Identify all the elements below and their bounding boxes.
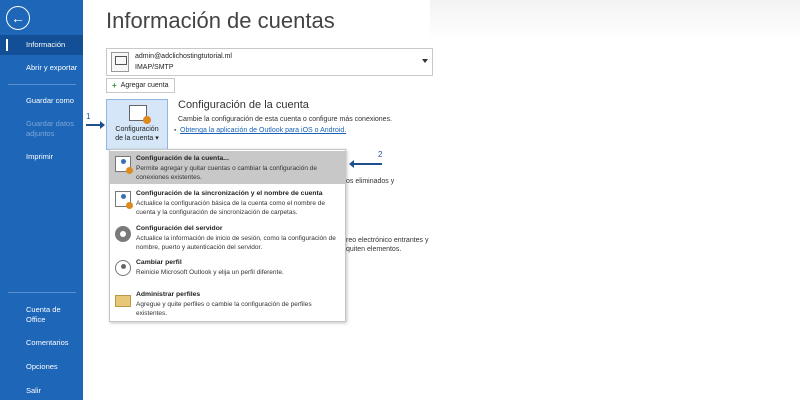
section-description: Cambie la configuración de esta cuenta o…: [178, 116, 393, 123]
menu-item-description: Actualice la información de inicio de se…: [136, 235, 336, 251]
menu-item-description: Permite agregar y quitar cuentas o cambi…: [136, 165, 318, 181]
menu-item-title: Cambiar perfil: [136, 259, 182, 266]
sync-settings-icon: [115, 191, 133, 209]
chevron-down-icon: [422, 59, 428, 63]
menu-item-change-profile[interactable]: Cambiar perfil Reinicie Microsoft Outloo…: [110, 255, 345, 285]
step-arrow-2: [349, 160, 382, 168]
section-title: Configuración de la cuenta: [178, 99, 309, 111]
sidebar-item-label: Información: [26, 40, 66, 49]
menu-item-description: Reinicie Microsoft Outlook y elija un pe…: [136, 269, 284, 276]
sidebar-item-label: Guardar datos adjuntos: [26, 119, 74, 138]
sidebar-item-label: Guardar como: [26, 96, 74, 105]
chevron-down-icon: ▾: [155, 135, 159, 142]
sidebar-item-label: Imprimir: [26, 152, 54, 161]
button-label-line1: Configuración: [115, 126, 159, 133]
menu-item-account-settings[interactable]: Configuración de la cuenta... Permite ag…: [110, 151, 345, 184]
sidebar-divider: [8, 292, 76, 293]
bullet-icon: ▪: [174, 127, 177, 134]
background-text-fragment: reo electrónico entrantes y: [346, 237, 429, 244]
sidebar-item-opciones[interactable]: Opciones: [0, 362, 83, 372]
step-arrow-1: [86, 121, 105, 129]
menu-item-sync-settings[interactable]: Configuración de la sincronización y el …: [110, 186, 345, 221]
change-profile-icon: [115, 260, 131, 276]
sidebar-item-cuenta-office[interactable]: Cuenta de Office: [0, 305, 70, 325]
sidebar-item-label: Comentarios: [26, 338, 69, 347]
sidebar: ← Información Abrir y exportar Guardar c…: [0, 0, 83, 400]
menu-item-server-settings[interactable]: Configuración del servidor Actualice la …: [110, 221, 345, 256]
menu-item-title: Configuración de la cuenta...: [136, 155, 229, 162]
account-dropdown[interactable]: admin@adclichostingtutorial.ml IMAP/SMTP: [106, 48, 433, 76]
sidebar-item-label: Abrir y exportar: [26, 63, 78, 72]
add-account-label: Agregar cuenta: [120, 82, 169, 89]
sidebar-item-guardar-adjuntos: Guardar datos adjuntos: [0, 119, 80, 139]
account-settings-button[interactable]: Configuración de la cuenta ▾: [106, 99, 168, 150]
sidebar-item-label: Cuenta de Office: [26, 305, 61, 324]
menu-item-title: Configuración de la sincronización y el …: [136, 190, 323, 197]
account-icon: [111, 52, 129, 72]
account-settings-icon: [115, 156, 133, 174]
account-settings-menu: Configuración de la cuenta... Permite ag…: [109, 149, 346, 322]
sidebar-item-imprimir[interactable]: Imprimir: [0, 152, 83, 162]
background-text-fragment: quiten elementos.: [346, 246, 402, 253]
background-text-fragment: os eliminados y: [346, 178, 395, 185]
sidebar-item-informacion[interactable]: Información: [0, 35, 83, 55]
manage-profiles-icon: [115, 295, 131, 307]
menu-item-title: Administrar perfiles: [136, 291, 201, 298]
sidebar-item-comentarios[interactable]: Comentarios: [0, 338, 83, 348]
step-number-1: 1: [86, 112, 91, 121]
step-number-2: 2: [378, 150, 383, 159]
sidebar-divider: [8, 84, 76, 85]
sidebar-item-label: Salir: [26, 386, 42, 395]
sidebar-item-label: Opciones: [26, 362, 58, 371]
menu-item-description: Agregue y quite perfiles o cambie la con…: [136, 301, 312, 317]
button-label-line2: de la cuenta ▾: [115, 135, 159, 142]
active-marker: [6, 39, 8, 51]
header-decoration: [430, 0, 800, 40]
link-text: Obtenga la aplicación de Outlook para iO…: [180, 127, 347, 134]
outlook-mobile-link[interactable]: ▪ Obtenga la aplicación de Outlook para …: [174, 127, 347, 134]
menu-item-manage-profiles[interactable]: Administrar perfiles Agregue y quite per…: [110, 287, 345, 321]
account-settings-icon: [129, 105, 151, 124]
sidebar-item-guardar-como[interactable]: Guardar como: [0, 96, 83, 106]
account-type: IMAP/SMTP: [135, 64, 174, 71]
plus-icon: +: [112, 81, 117, 90]
back-arrow-icon[interactable]: ←: [6, 6, 30, 30]
menu-item-description: Actualice la configuración básica de la …: [136, 200, 325, 216]
add-account-button[interactable]: + Agregar cuenta: [106, 78, 175, 93]
sidebar-item-salir[interactable]: Salir: [0, 386, 83, 396]
account-email: admin@adclichostingtutorial.ml: [135, 53, 232, 60]
gear-icon: [115, 226, 131, 242]
account-settings-button-label: Configuración de la cuenta ▾: [107, 125, 167, 143]
menu-item-title: Configuración del servidor: [136, 225, 223, 232]
page-title: Información de cuentas: [106, 8, 335, 33]
sidebar-item-abrir-exportar[interactable]: Abrir y exportar: [0, 63, 83, 73]
